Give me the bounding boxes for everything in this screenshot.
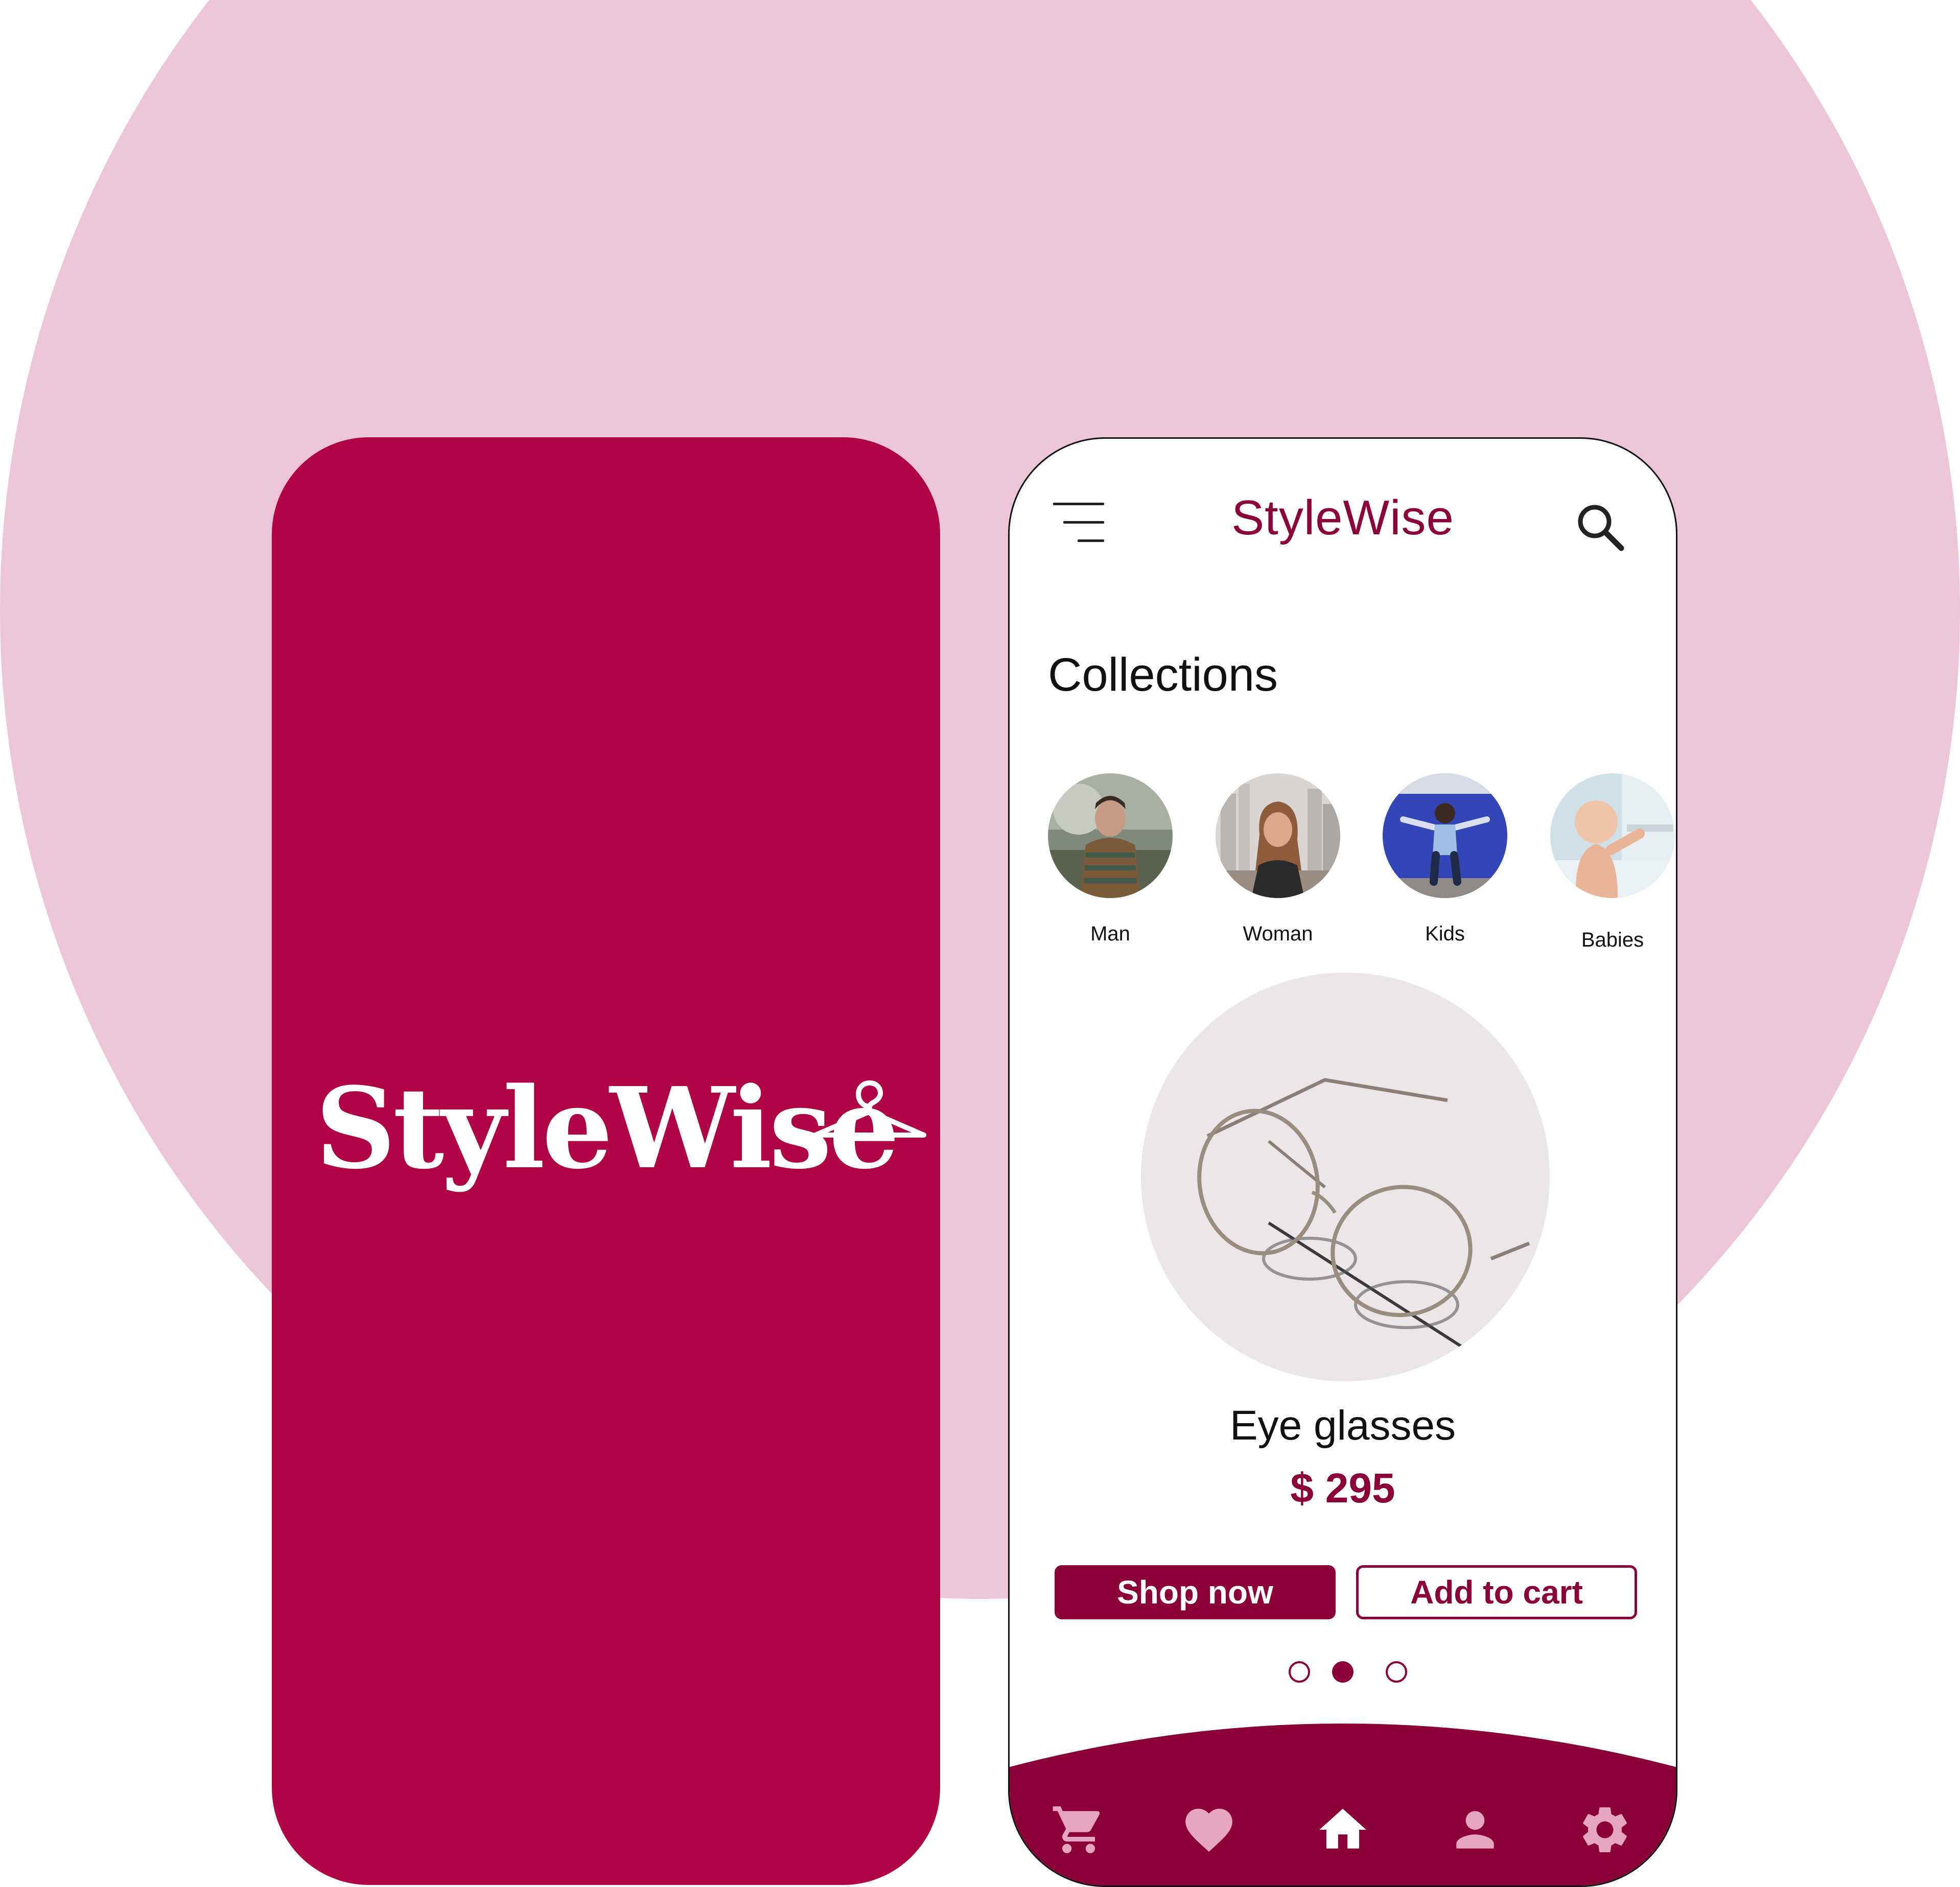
gear-icon[interactable] <box>1577 1802 1633 1858</box>
eyeglasses-photo[interactable] <box>1141 973 1550 1381</box>
search-icon[interactable] <box>1574 501 1625 552</box>
woman-photo <box>1216 773 1340 898</box>
splash-screen: StyleWise <box>272 437 940 1885</box>
babies-photo <box>1550 773 1675 898</box>
carousel-dot[interactable] <box>1289 1661 1310 1683</box>
splash-logo-text: StyleWise <box>315 1063 900 1194</box>
collections-title: Collections <box>1048 649 1278 701</box>
cart-icon[interactable] <box>1051 1802 1107 1858</box>
collection-label: Woman <box>1243 923 1313 945</box>
collection-item-kids[interactable]: Kids <box>1383 773 1507 946</box>
app-screen: StyleWise Collections Man Woman Kids Bab… <box>1008 437 1677 1887</box>
collection-item-woman[interactable]: Woman <box>1216 773 1340 946</box>
man-photo <box>1048 773 1173 898</box>
collection-item-babies[interactable]: Babies <box>1550 773 1675 952</box>
home-icon[interactable] <box>1315 1802 1371 1858</box>
collection-item-man[interactable]: Man <box>1048 773 1173 946</box>
collection-label: Babies <box>1581 929 1644 951</box>
carousel-indicator <box>1010 1661 1676 1687</box>
kids-photo <box>1383 773 1507 898</box>
add-to-cart-button[interactable]: Add to cart <box>1356 1565 1637 1619</box>
user-icon[interactable] <box>1447 1802 1503 1858</box>
collection-label: Kids <box>1425 923 1465 945</box>
shop-now-button[interactable]: Shop now <box>1055 1565 1336 1619</box>
carousel-dot[interactable] <box>1386 1661 1407 1683</box>
collection-label: Man <box>1090 923 1130 945</box>
product-price: $ 295 <box>1290 1465 1395 1512</box>
product-name: Eye glasses <box>1229 1402 1456 1449</box>
carousel-dot-active[interactable] <box>1332 1661 1354 1683</box>
heart-icon[interactable] <box>1181 1802 1237 1858</box>
